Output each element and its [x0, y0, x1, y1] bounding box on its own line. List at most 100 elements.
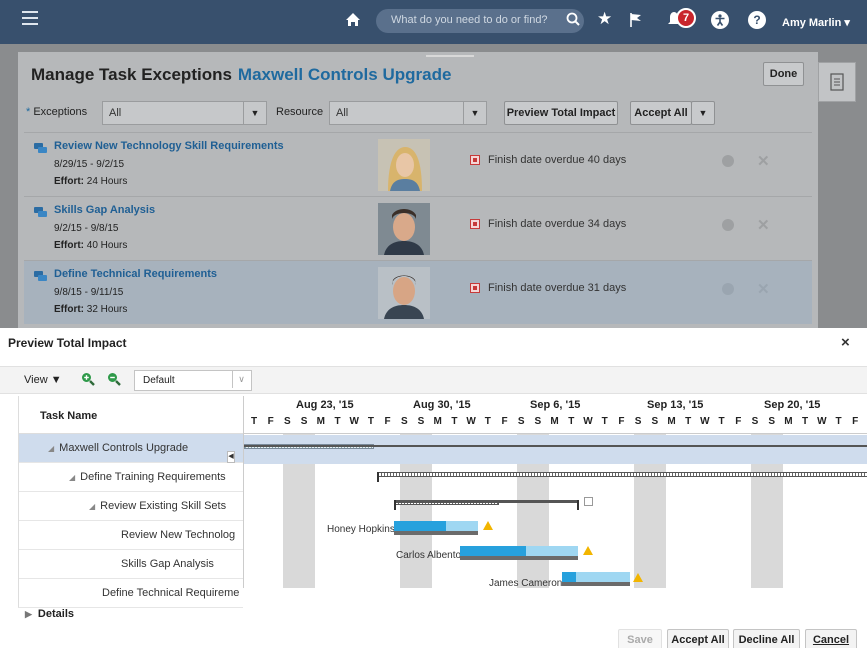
user-menu[interactable]: Amy Marlin ▾ — [782, 16, 850, 29]
zoom-out-icon[interactable] — [106, 371, 122, 387]
task-name: Define Technical Requireme — [102, 587, 240, 599]
skillsets-baseline-bar[interactable] — [394, 500, 579, 503]
done-button[interactable]: Done — [763, 62, 804, 86]
day-label: S — [768, 416, 776, 427]
resource-dropdown-icon[interactable]: ▼ — [463, 101, 487, 125]
cancel-button[interactable]: Cancel — [805, 629, 857, 648]
effort-value: 24 Hours — [86, 176, 128, 187]
approve-icon[interactable] — [722, 219, 734, 231]
user-name[interactable]: Amy Marlin — [782, 17, 841, 29]
task-row[interactable]: ◢ Maxwell Controls Upgrade — [19, 434, 244, 463]
flag-icon[interactable] — [629, 12, 643, 28]
preview-total-impact-button[interactable]: Preview Total Impact — [504, 101, 618, 125]
accept-all-button[interactable]: Accept All — [667, 629, 729, 648]
day-label: S — [534, 416, 542, 427]
favorites-icon[interactable]: ★ — [597, 10, 612, 27]
search-input[interactable]: What do you need to do or find? — [376, 9, 584, 33]
details-toggle[interactable]: ▶ Details — [25, 608, 74, 620]
approve-icon[interactable] — [722, 283, 734, 295]
task-progress — [394, 521, 446, 531]
document-icon[interactable] — [819, 63, 855, 101]
exception-row[interactable]: Review New Technology Skill Requirements… — [24, 132, 812, 196]
exception-task-title[interactable]: Define Technical Requirements — [54, 268, 217, 280]
day-label: S — [417, 416, 425, 427]
chevron-down-icon[interactable]: ▼ — [51, 374, 62, 386]
project-timeline-bar[interactable] — [244, 445, 867, 447]
exception-row[interactable]: Skills Gap Analysis 9/2/15 - 9/8/15 Effo… — [24, 196, 812, 260]
selected-row-band — [244, 435, 867, 464]
exception-effort: Effort: 40 Hours — [54, 240, 127, 251]
task-row[interactable]: Review New Technolog — [19, 521, 244, 550]
bar-start-cap — [394, 500, 396, 510]
project-name: Maxwell Controls Upgrade — [237, 65, 452, 84]
day-label: W — [817, 416, 827, 427]
warning-icon[interactable] — [633, 573, 643, 582]
decline-all-button[interactable]: Decline All — [733, 629, 800, 648]
view-menu[interactable]: View ▼ — [24, 374, 62, 386]
baseline-bar — [394, 531, 478, 535]
exception-dates: 8/29/15 - 9/2/15 — [54, 159, 125, 170]
warning-icon[interactable] — [483, 521, 493, 530]
conversation-icon[interactable] — [34, 207, 48, 219]
warning-icon[interactable] — [583, 546, 593, 555]
week-label: Sep 20, '15 — [764, 399, 821, 411]
exception-dates: 9/8/15 - 9/11/15 — [54, 287, 124, 298]
task-name: Maxwell Controls Upgrade — [59, 442, 189, 454]
expand-icon[interactable]: ◢ — [69, 473, 75, 482]
notification-badge[interactable]: 7 — [676, 8, 696, 28]
exception-task-title[interactable]: Skills Gap Analysis — [54, 204, 155, 216]
exceptions-dropdown-icon[interactable]: ▼ — [243, 101, 267, 125]
task-row[interactable]: Define Technical Requireme — [18, 579, 243, 608]
task-bar[interactable] — [460, 546, 578, 556]
conversation-icon[interactable] — [34, 143, 48, 155]
task-bar[interactable] — [394, 521, 478, 531]
chevron-down-icon[interactable]: ▾ — [844, 17, 850, 29]
zoom-in-icon[interactable] — [80, 371, 96, 387]
help-icon[interactable]: ? — [748, 11, 766, 29]
exception-row[interactable]: Define Technical Requirements 9/8/15 - 9… — [24, 260, 812, 324]
panel-grabber[interactable] — [426, 55, 474, 57]
save-button[interactable]: Save — [618, 629, 662, 648]
task-row[interactable]: Skills Gap Analysis — [19, 550, 244, 579]
day-label: W — [466, 416, 476, 427]
accessibility-icon[interactable] — [711, 11, 729, 29]
day-label: T — [685, 416, 692, 427]
task-list: Task Name ◢ Maxwell Controls Upgrade ◢ Def… — [18, 396, 244, 588]
exception-message: Finish date overdue 40 days — [488, 154, 627, 166]
reject-icon[interactable]: ✕ — [757, 216, 770, 234]
day-label: T — [601, 416, 608, 427]
avatar — [378, 139, 430, 191]
task-row[interactable]: ◢ Define Training Requirements — [19, 463, 244, 492]
milestone-marker[interactable] — [584, 497, 593, 506]
expand-icon[interactable]: ◢ — [89, 502, 95, 511]
reject-icon[interactable]: ✕ — [757, 280, 770, 298]
expand-right-icon[interactable]: ▶ — [25, 609, 32, 619]
day-label: M — [784, 416, 793, 427]
accept-all-button[interactable]: Accept All — [630, 101, 692, 125]
task-bar[interactable] — [562, 572, 630, 582]
resource-select[interactable]: All — [329, 101, 464, 125]
resource-filter-label: Resource — [276, 106, 324, 118]
menu-icon[interactable] — [22, 11, 38, 25]
accept-all-dropdown-icon[interactable]: ▼ — [691, 101, 715, 125]
exception-task-title[interactable]: Review New Technology Skill Requirements — [54, 140, 284, 152]
home-icon[interactable] — [345, 12, 361, 27]
side-panel-tab[interactable] — [818, 62, 856, 102]
close-icon[interactable]: × — [841, 334, 850, 351]
chevron-down-icon[interactable]: ∨ — [232, 371, 250, 388]
training-summary-bar[interactable] — [377, 472, 867, 477]
exceptions-select[interactable]: All — [102, 101, 244, 125]
task-name-header[interactable]: Task Name — [19, 396, 244, 434]
expand-icon[interactable]: ◢ — [48, 444, 54, 453]
conversation-icon[interactable] — [34, 271, 48, 283]
approve-icon[interactable] — [722, 155, 734, 167]
reject-icon[interactable]: ✕ — [757, 152, 770, 170]
view-menu-label[interactable]: View — [24, 374, 48, 386]
resource-label: James Cameron — [489, 578, 563, 588]
day-label: F — [735, 416, 742, 427]
splitter-collapse-icon[interactable]: ◀ — [227, 451, 235, 463]
task-row[interactable]: ◢ Review Existing Skill Sets — [19, 492, 244, 521]
details-label[interactable]: Details — [38, 608, 74, 620]
search-icon[interactable] — [566, 12, 580, 26]
page-title-text: Manage Task Exceptions — [31, 65, 232, 84]
